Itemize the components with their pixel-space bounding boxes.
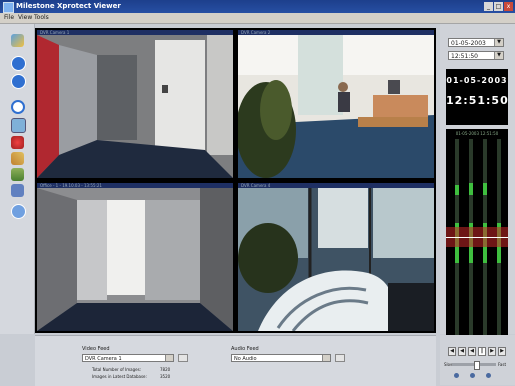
globe-icon[interactable] (11, 204, 26, 219)
clock-time: 12:51:50 (446, 94, 509, 107)
video-grid: DVR Camera 1 DVR Camera 2 Office - 1 - 1… (35, 28, 436, 333)
camera-view-1[interactable]: DVR Camera 1 (37, 30, 233, 178)
app-icon (3, 2, 14, 13)
camera-image (37, 35, 233, 178)
camera-image (37, 188, 233, 331)
audio-feed-select[interactable]: No Audio (231, 354, 331, 362)
minimize-button[interactable]: _ (484, 2, 493, 11)
rewind-icon[interactable]: ◀ (458, 347, 466, 356)
time-value: 12:51:50 (451, 53, 478, 60)
latest-images-value: 3520 (160, 374, 171, 379)
menu-tools[interactable]: Tools (34, 14, 49, 21)
video-feed-value: DVR Camera 1 (85, 356, 122, 362)
playback-mode-icon[interactable] (470, 373, 475, 378)
alarm-icon[interactable] (11, 136, 24, 149)
clock-date: 01-05-2003 (446, 76, 508, 85)
bottom-panel: Video Feed DVR Camera 1 Total Number of … (35, 335, 436, 386)
timeline-cursor[interactable] (446, 237, 508, 238)
chevron-down-icon[interactable] (165, 355, 173, 361)
video-feed-options-button[interactable] (178, 354, 188, 362)
chevron-down-icon[interactable] (322, 355, 330, 361)
total-images-value: 7820 (160, 367, 171, 372)
clock-display: 01-05-2003 12:51:50 (446, 69, 508, 125)
audio-feed-label: Audio Feed (231, 346, 259, 352)
playback-mode-icon[interactable] (486, 373, 491, 378)
menu-bar: File View Tools (0, 13, 515, 24)
step-forward-icon[interactable]: ▶ (488, 347, 496, 356)
close-button[interactable]: x (504, 2, 513, 11)
speed-slider-knob[interactable] (474, 361, 480, 370)
window-title: Milestone Xprotect Viewer (16, 2, 121, 10)
title-bar: Milestone Xprotect Viewer _ □ x (0, 0, 515, 13)
chevron-down-icon[interactable]: ▼ (494, 52, 503, 59)
timeline[interactable]: 01-05-2003 12:51:50 01-05-2003 12:51:50 (446, 129, 508, 357)
menu-view[interactable]: View (18, 14, 32, 21)
left-toolbar (0, 24, 35, 334)
fast-forward-icon[interactable]: ▶ (498, 347, 506, 356)
total-images-label: Total Number of Images: (92, 367, 142, 372)
info-icon[interactable] (11, 56, 26, 71)
video-feed-select[interactable]: DVR Camera 1 (82, 354, 174, 362)
latest-images-label: Images in Latest Database: (92, 374, 147, 379)
right-panel: 01-05-2003 ▼ 12:51:50 ▼ 01-05-2003 12:51… (440, 24, 515, 357)
clock-icon[interactable] (11, 100, 25, 114)
camera-view-2[interactable]: DVR Camera 2 (238, 30, 434, 178)
camera-view-3[interactable]: Office - 1 - 19.10.03 - 13:55:21 (37, 183, 233, 331)
playback-mode-icon[interactable] (454, 373, 459, 378)
audio-feed-value: No Audio (234, 356, 257, 362)
fast-label: Fast (498, 362, 507, 367)
camera-image (238, 188, 434, 331)
menu-file[interactable]: File (4, 14, 14, 21)
skip-back-icon[interactable]: ◀ (448, 347, 456, 356)
settings-icon[interactable] (11, 168, 24, 181)
camera-image (238, 35, 434, 178)
camera-view-4[interactable]: DVR Camera 4 (238, 183, 434, 331)
step-back-icon[interactable]: ◀ (468, 347, 476, 356)
time-picker[interactable]: 12:51:50 ▼ (448, 51, 504, 60)
playback-controls: ◀ ◀ ◀ ‖ ▶ ▶ Slow Fast (440, 335, 515, 385)
audio-feed-options-button[interactable] (335, 354, 345, 362)
speed-slider[interactable] (452, 361, 496, 370)
date-picker[interactable]: 01-05-2003 ▼ (448, 38, 504, 47)
timeline-start-label: 01-05-2003 12:51:50 (455, 131, 499, 136)
chevron-down-icon[interactable]: ▼ (494, 39, 503, 46)
monitor-icon[interactable] (11, 118, 26, 133)
tools-icon[interactable] (11, 152, 24, 165)
video-feed-label: Video Feed (82, 346, 110, 352)
cameras-icon[interactable] (11, 34, 24, 47)
pause-icon[interactable]: ‖ (478, 347, 486, 356)
help-icon[interactable] (11, 74, 26, 89)
audio-icon[interactable] (11, 184, 24, 197)
date-value: 01-05-2003 (451, 40, 486, 47)
maximize-button[interactable]: □ (494, 2, 503, 11)
